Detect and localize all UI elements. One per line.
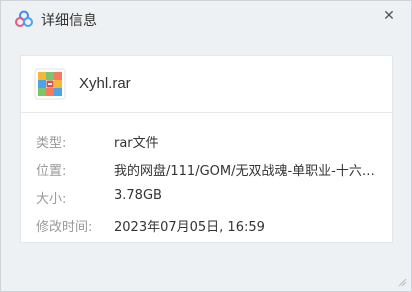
close-icon: ✕ [383,8,395,24]
file-info-card: Xyhl.rar 类型: rar文件 位置: 我的网盘/111/GOM/无双战魂… [20,55,393,243]
divider [21,112,392,113]
file-name: Xyhl.rar [79,75,131,92]
detail-row-type: 类型: rar文件 [21,132,392,151]
location-value[interactable]: 我的网盘/111/GOM/无双战魂-单职业-十六大陆... [114,160,382,179]
detail-row-modified: 修改时间: 2023年07月05日, 16:59 [21,216,392,235]
close-button[interactable]: ✕ [379,6,399,26]
dialog-title: 详细信息 [41,13,97,29]
title-bar[interactable]: 详细信息 ✕ [1,1,411,37]
detail-row-size: 大小: 3.78GB [21,188,392,207]
app-logo-icon [15,10,33,27]
rar-archive-icon [34,68,66,100]
size-label: 大小: [36,192,67,207]
modified-label: 修改时间: [36,220,93,235]
resize-grip-icon[interactable] [397,277,407,287]
size-value: 3.78GB [114,188,162,203]
location-label: 位置: [36,164,67,179]
type-label: 类型: [36,136,67,151]
type-value: rar文件 [114,136,159,151]
detail-row-location: 位置: 我的网盘/111/GOM/无双战魂-单职业-十六大陆... [21,160,392,179]
modified-value: 2023年07月05日, 16:59 [114,220,265,235]
details-dialog: 详细信息 ✕ Xyhl.rar 类型: rar文件 位置: 我的网盘/111/G… [0,0,412,292]
